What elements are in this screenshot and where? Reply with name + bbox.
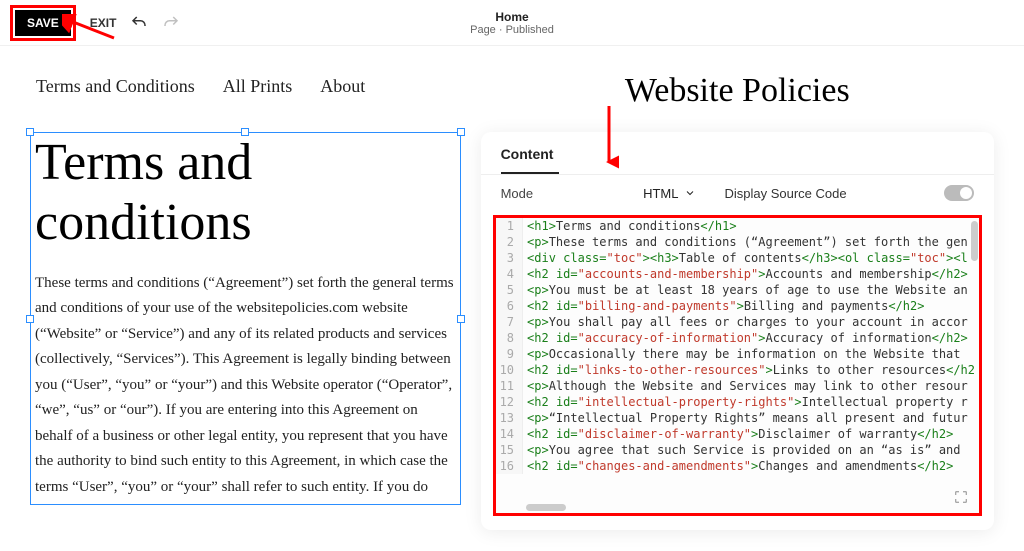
content-panel: Content Mode HTML Display Source Code 1<…: [481, 132, 994, 530]
mode-row: Mode HTML Display Source Code: [481, 175, 994, 211]
code-line[interactable]: 7<p>You shall pay all fees or charges to…: [496, 314, 979, 330]
code-editor[interactable]: 1<h1>Terms and conditions</h1>2<p>These …: [496, 218, 979, 513]
code-line[interactable]: 3<div class="toc"><h3>Table of contents<…: [496, 250, 979, 266]
code-line[interactable]: 1<h1>Terms and conditions</h1>: [496, 218, 979, 234]
chevron-down-icon: [684, 187, 696, 199]
document-heading[interactable]: Terms and conditions: [31, 133, 460, 271]
page-meta: Home Page · Published: [470, 10, 554, 36]
code-line[interactable]: 16<h2 id="changes-and-amendments">Change…: [496, 458, 979, 474]
undo-icon[interactable]: [130, 14, 148, 32]
site-nav: Terms and Conditions All Prints About: [30, 76, 461, 97]
scrollbar-horizontal[interactable]: [526, 504, 566, 511]
selection-handle[interactable]: [26, 315, 34, 323]
code-line[interactable]: 14<h2 id="disclaimer-of-warranty">Discla…: [496, 426, 979, 442]
mode-label: Mode: [501, 186, 534, 201]
code-line[interactable]: 6<h2 id="billing-and-payments">Billing a…: [496, 298, 979, 314]
code-line[interactable]: 8<h2 id="accuracy-of-information">Accura…: [496, 330, 979, 346]
nav-item-terms[interactable]: Terms and Conditions: [36, 76, 195, 97]
canvas-left: Terms and Conditions All Prints About Te…: [30, 46, 461, 530]
selection-handle[interactable]: [26, 128, 34, 136]
code-line[interactable]: 13<p>“Intellectual Property Rights” mean…: [496, 410, 979, 426]
document-body[interactable]: These terms and conditions (“Agreement”)…: [31, 271, 460, 501]
redo-icon[interactable]: [162, 14, 180, 32]
display-source-toggle[interactable]: [944, 185, 974, 201]
panel-tab-content[interactable]: Content: [481, 146, 574, 172]
page-title: Home: [470, 10, 554, 24]
code-line[interactable]: 2<p>These terms and conditions (“Agreeme…: [496, 234, 979, 250]
canvas-right: Website Policies Content Mode HTML Displ…: [481, 46, 994, 530]
page-status: Page · Published: [470, 24, 554, 36]
right-heading: Website Policies: [481, 72, 994, 110]
selected-text-block[interactable]: Terms and conditions These terms and con…: [30, 132, 461, 505]
code-line[interactable]: 10<h2 id="links-to-other-resources">Link…: [496, 362, 979, 378]
display-source-label: Display Source Code: [724, 186, 846, 201]
annotation-arrow-panel: [599, 104, 619, 174]
annotation-code-highlight: 1<h1>Terms and conditions</h1>2<p>These …: [493, 215, 982, 516]
code-line[interactable]: 11<p>Although the Website and Services m…: [496, 378, 979, 394]
code-line[interactable]: 4<h2 id="accounts-and-membership">Accoun…: [496, 266, 979, 282]
selection-handle[interactable]: [457, 315, 465, 323]
code-line[interactable]: 15<p>You agree that such Service is prov…: [496, 442, 979, 458]
editor-topbar: SAVE EXIT Home Page · Published: [0, 0, 1024, 46]
selection-handle[interactable]: [457, 128, 465, 136]
code-line[interactable]: 9<p>Occasionally there may be informatio…: [496, 346, 979, 362]
code-line[interactable]: 5<p>You must be at least 18 years of age…: [496, 282, 979, 298]
selection-handle[interactable]: [241, 128, 249, 136]
scrollbar-vertical[interactable]: [971, 221, 978, 261]
annotation-arrow-save: [62, 14, 122, 44]
code-line[interactable]: 12<h2 id="intellectual-property-rights">…: [496, 394, 979, 410]
nav-item-prints[interactable]: All Prints: [223, 76, 293, 97]
mode-select[interactable]: HTML: [643, 186, 696, 201]
expand-icon[interactable]: [953, 489, 969, 505]
mode-value: HTML: [643, 186, 678, 201]
nav-item-about[interactable]: About: [320, 76, 365, 97]
